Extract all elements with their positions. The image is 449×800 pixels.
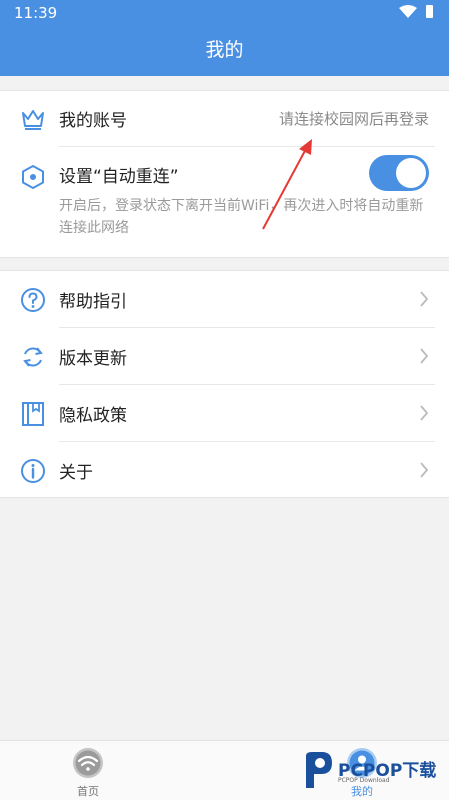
menu-item-help[interactable]: 帮助指引 [0, 271, 449, 328]
menu-item-label: 帮助指引 [59, 292, 127, 312]
account-label: 我的账号 [59, 111, 127, 131]
wifi-signal-icon [399, 5, 417, 18]
menu-item-update[interactable]: 版本更新 [0, 328, 449, 385]
battery-icon [426, 5, 433, 18]
menu-card: 帮助指引 版本更新 隐私政策 关于 [0, 270, 449, 498]
book-icon [22, 402, 44, 426]
watermark-logo: PCPOP下载 PCPOP Download [302, 748, 442, 792]
annotation-arrow [262, 139, 312, 230]
chevron-right-icon [420, 462, 429, 478]
watermark-subtext: PCPOP Download [338, 777, 390, 784]
chevron-right-icon [420, 405, 429, 421]
status-time: 11:39 [14, 4, 58, 22]
auto-reconnect-row: 设置“自动重连” 开启后，登录状态下离开当前WiFi，再次进入时将自动重新连接此… [0, 147, 449, 259]
status-bar: 11:39 [0, 0, 449, 26]
chevron-right-icon [420, 348, 429, 364]
menu-item-label: 版本更新 [59, 349, 127, 369]
tab-home-label: 首页 [77, 785, 99, 798]
menu-item-privacy[interactable]: 隐私政策 [0, 385, 449, 442]
toggle-knob [396, 158, 426, 188]
account-status-text: 请连接校园网后再登录 [278, 110, 429, 128]
wifi-icon [73, 748, 103, 778]
page-header: 我的 [0, 26, 449, 76]
auto-reconnect-description: 开启后，登录状态下离开当前WiFi，再次进入时将自动重新连接此网络 [59, 198, 424, 236]
help-icon [21, 288, 45, 312]
tab-home[interactable]: 首页 [58, 741, 118, 800]
chevron-right-icon [420, 291, 429, 307]
menu-item-about[interactable]: 关于 [0, 442, 449, 499]
hexagon-icon [22, 165, 44, 189]
page-title: 我的 [205, 39, 244, 61]
watermark-p-icon [306, 752, 332, 788]
auto-reconnect-toggle[interactable] [369, 155, 429, 191]
account-row[interactable]: 我的账号 请连接校园网后再登录 [0, 91, 449, 147]
crown-icon [22, 110, 44, 130]
info-icon [21, 459, 45, 483]
account-settings-card: 我的账号 请连接校园网后再登录 设置“自动重连” 开启后，登录状态下离开当前Wi… [0, 90, 449, 258]
auto-reconnect-label: 设置“自动重连” [59, 167, 179, 187]
menu-item-label: 关于 [59, 463, 93, 483]
menu-item-label: 隐私政策 [59, 406, 127, 426]
refresh-icon [23, 347, 43, 367]
